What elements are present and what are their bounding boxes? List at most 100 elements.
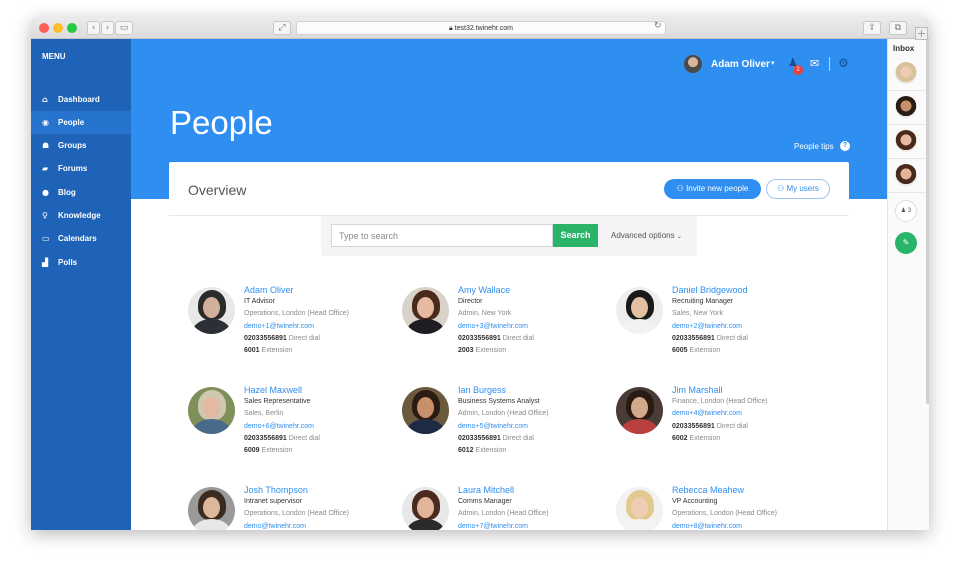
contact-label: Direct dial (288, 434, 320, 442)
sidebar-item-dashboard[interactable]: ⌂ Dashboard (31, 88, 131, 111)
my-users-button[interactable]: ⚇ My users (766, 179, 830, 199)
person-email-link[interactable]: demo+7@twinehr.com (458, 523, 528, 530)
contact-number: 6009 (244, 447, 260, 455)
person-email-link[interactable]: demo+6@twinehr.com (244, 423, 314, 430)
person-name-link[interactable]: Laura Mitchell (458, 485, 514, 495)
person-email-link[interactable]: demo+2@twinehr.com (672, 323, 742, 330)
person-photo[interactable] (402, 287, 449, 334)
contact-label: Extension (475, 347, 507, 355)
gear-icon[interactable]: ⚙ (838, 56, 849, 70)
person-name-link[interactable]: Josh Thompson (244, 485, 308, 495)
sidebar-item-label: Blog (58, 188, 76, 197)
person-name-link[interactable]: Hazel Maxwell (244, 385, 302, 395)
person-email-link[interactable]: demo+8@twinehr.com (672, 523, 742, 530)
compose-button[interactable]: ✎ (895, 232, 917, 254)
contact-label: Direct dial (716, 334, 748, 342)
sidebar-item-people[interactable]: ◉ People (31, 111, 131, 134)
fullscreen-icon[interactable]: ⤢ (273, 21, 291, 35)
contact-number: 6005 (672, 347, 688, 355)
person-name-link[interactable]: Amy Wallace (458, 285, 510, 295)
sidebar-item-blog[interactable]: ● Blog (31, 181, 131, 204)
person-card: Jim Marshall Finance, London (Head Office… (616, 385, 831, 475)
sidebar-toggle-icon[interactable]: ▭ (115, 21, 133, 35)
person-department: Sales, New York (672, 310, 723, 318)
person-name-link[interactable]: Jim Marshall (672, 385, 723, 395)
person-extension: 6005 Extension (672, 347, 720, 354)
person-photo[interactable] (616, 287, 663, 334)
person-job-title: VP Accounting (672, 498, 718, 505)
tabs-icon[interactable]: ⧉ (889, 21, 907, 35)
address-bar[interactable]: 🔒︎ test32.twinehr.com (296, 21, 666, 35)
person-photo[interactable] (402, 487, 449, 530)
user-avatar[interactable] (684, 55, 702, 73)
search-input[interactable] (331, 224, 553, 247)
person-photo[interactable] (188, 487, 235, 530)
person-phone: 02033556891 Direct dial (244, 335, 320, 342)
new-tab-icon[interactable]: + (915, 27, 928, 40)
sidebar-item-label: Dashboard (58, 95, 100, 104)
person-department: Operations, London (Head Office) (244, 510, 349, 518)
person-photo[interactable] (188, 387, 235, 434)
browser-window: ‹ › ▭ ⤢ 🔒︎ test32.twinehr.com ↻ ⇪ ⧉ MENU… (31, 17, 929, 530)
sidebar-item-forums[interactable]: ▰ Forums (31, 157, 131, 180)
advanced-options-toggle[interactable]: Advanced options ⌄ (611, 231, 682, 240)
person-department: Operations, London (Head Office) (244, 310, 349, 318)
user-icon: ♟ (900, 208, 907, 214)
back-icon[interactable]: ‹ (87, 21, 100, 35)
more-contacts-badge[interactable]: ♟ 3 (895, 200, 917, 222)
minimize-window-icon[interactable] (53, 23, 63, 33)
sidebar-item-groups[interactable]: ☗ Groups (31, 134, 131, 157)
inbox-contact-avatar[interactable] (895, 96, 917, 118)
search-bar: Search Advanced options ⌄ (321, 216, 697, 256)
sidebar-item-calendars[interactable]: ▭ Calendars (31, 227, 131, 250)
sidebar-item-label: Knowledge (58, 211, 101, 220)
person-photo[interactable] (402, 387, 449, 434)
person-email-link[interactable]: demo+4@twinehr.com (672, 410, 742, 417)
person-card: Hazel Maxwell Sales Representative Sales, … (188, 385, 403, 475)
person-name-link[interactable]: Adam Oliver (244, 285, 294, 295)
scrollbar[interactable] (926, 39, 929, 404)
contact-number: 02033556891 (244, 334, 287, 342)
inbox-contact-avatar[interactable] (895, 62, 917, 84)
maximize-window-icon[interactable] (67, 23, 77, 33)
person-email-link[interactable]: demo+1@twinehr.com (244, 323, 314, 330)
person-photo[interactable] (616, 487, 663, 530)
person-department: Admin, London (Head Office) (458, 410, 549, 418)
person-name-link[interactable]: Daniel Bridgewood (672, 285, 748, 295)
user-name[interactable]: Adam Oliver (711, 59, 770, 70)
contact-label: Extension (261, 447, 293, 455)
globe-icon: ◉ (42, 118, 49, 127)
help-icon[interactable]: ? (840, 141, 850, 151)
header-divider (829, 57, 830, 71)
person-name-link[interactable]: Ian Burgess (458, 385, 506, 395)
person-email-link[interactable]: demo+5@twinehr.com (458, 423, 528, 430)
person-email-link[interactable]: demo+3@twinehr.com (458, 323, 528, 330)
sidebar-item-knowledge[interactable]: ♀ Knowledge (31, 204, 131, 227)
close-window-icon[interactable] (39, 23, 49, 33)
sidebar-item-polls[interactable]: ▟ Polls (31, 251, 131, 274)
address-url: test32.twinehr.com (454, 25, 514, 32)
sidebar-item-label: Polls (58, 258, 78, 267)
my-users-label: My users (786, 184, 819, 193)
contact-number: 02033556891 (458, 434, 501, 442)
share-icon[interactable]: ⇪ (863, 21, 881, 35)
contact-label: Extension (475, 447, 507, 455)
person-email-link[interactable]: demo@twinehr.com (244, 523, 306, 530)
inbox-contact-avatar[interactable] (895, 130, 917, 152)
contact-label: Direct dial (502, 434, 534, 442)
reload-icon[interactable]: ↻ (654, 21, 662, 31)
contact-number: 6001 (244, 347, 260, 355)
chevron-down-icon[interactable]: ▾ (771, 59, 775, 67)
person-photo[interactable] (188, 287, 235, 334)
person-photo[interactable] (616, 387, 663, 434)
people-tips-link[interactable]: People tips (794, 142, 834, 151)
forward-icon[interactable]: › (101, 21, 114, 35)
person-name-link[interactable]: Rebecca Meahew (672, 485, 744, 495)
invite-new-people-button[interactable]: ⚇ Invite new people (664, 179, 761, 199)
inbox-contact-avatar[interactable] (895, 164, 917, 186)
search-button[interactable]: Search (553, 224, 598, 247)
mail-icon[interactable]: ✉ (810, 57, 819, 70)
person-phone: 02033556891 Direct dial (672, 335, 748, 342)
person-extension: 2003 Extension (458, 347, 506, 354)
notification-badge: 2 (793, 65, 803, 75)
